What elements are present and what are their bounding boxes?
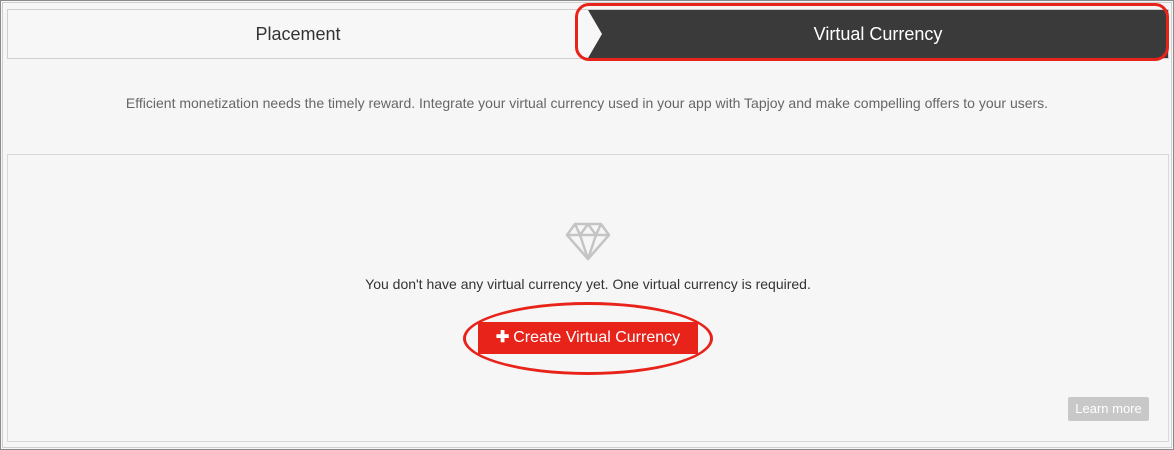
tab-virtual-currency[interactable]: Virtual Currency	[588, 10, 1168, 58]
intro-text: Efficient monetization needs the timely …	[125, 95, 1049, 111]
learn-more-button[interactable]: Learn more	[1068, 397, 1149, 421]
tab-virtual-currency-label: Virtual Currency	[813, 24, 943, 44]
empty-state-panel: You don't have any virtual currency yet.…	[7, 154, 1169, 442]
plus-icon: ✚	[495, 329, 510, 346]
create-virtual-currency-button[interactable]: ✚ Create Virtual Currency	[478, 322, 698, 354]
diamond-icon	[565, 222, 611, 261]
tab-bar: Placement Virtual Currency	[7, 9, 1169, 59]
tab-placement[interactable]: Placement	[8, 10, 588, 58]
tab-placement-label: Placement	[255, 24, 341, 44]
empty-state-message: You don't have any virtual currency yet.…	[365, 276, 811, 292]
create-button-label: Create Virtual Currency	[513, 329, 681, 346]
tab-divider-arrow-fill	[588, 10, 602, 58]
